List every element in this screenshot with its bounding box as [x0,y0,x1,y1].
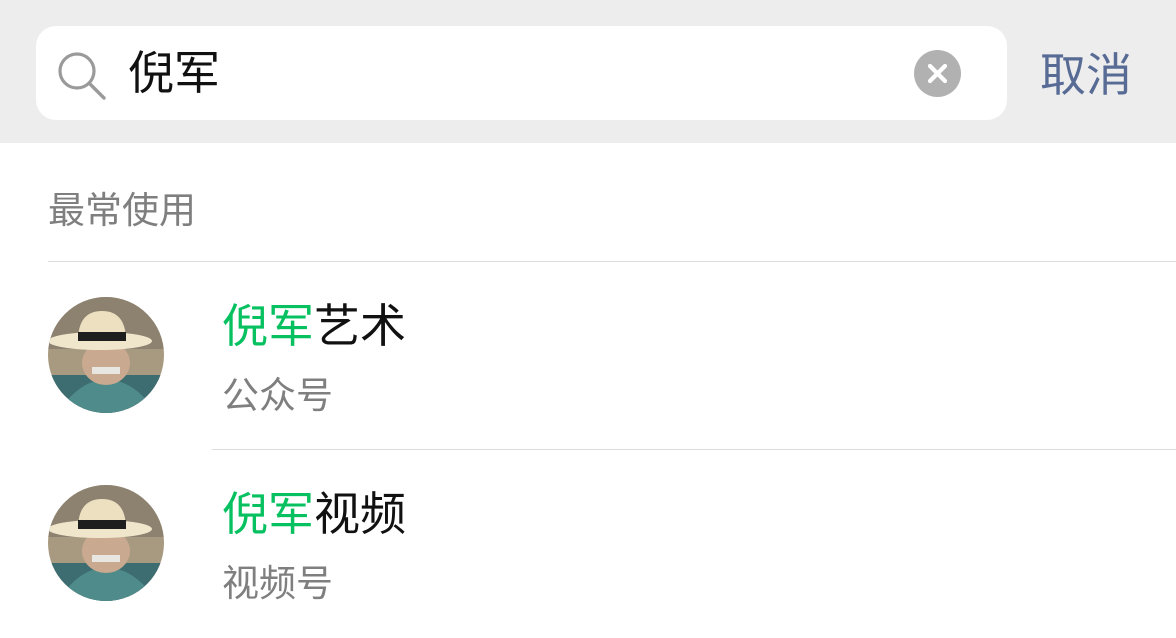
result-subtitle: 公众号 [222,374,333,417]
result-title-highlight: 倪军 [222,487,314,541]
search-input[interactable] [128,41,888,105]
section-header-most-used: 最常使用 [48,189,196,232]
cancel-button[interactable]: 取消 [1040,44,1132,106]
clear-icon [927,63,948,84]
search-bar: 取消 [0,0,1176,143]
result-title-rest: 艺术 [314,299,406,353]
clear-button[interactable] [914,50,961,97]
result-title-highlight: 倪军 [222,299,314,353]
search-icon [56,50,108,102]
avatar-icon [48,297,164,413]
result-subtitle: 视频号 [222,562,333,605]
result-title-rest: 视频 [314,487,406,541]
result-item-video[interactable]: 倪军视频 视频号 [0,450,1176,638]
avatar-icon [48,485,164,601]
result-title: 倪军艺术 [222,295,406,357]
result-item-art[interactable]: 倪军艺术 公众号 [0,262,1176,450]
result-title: 倪军视频 [222,483,406,545]
